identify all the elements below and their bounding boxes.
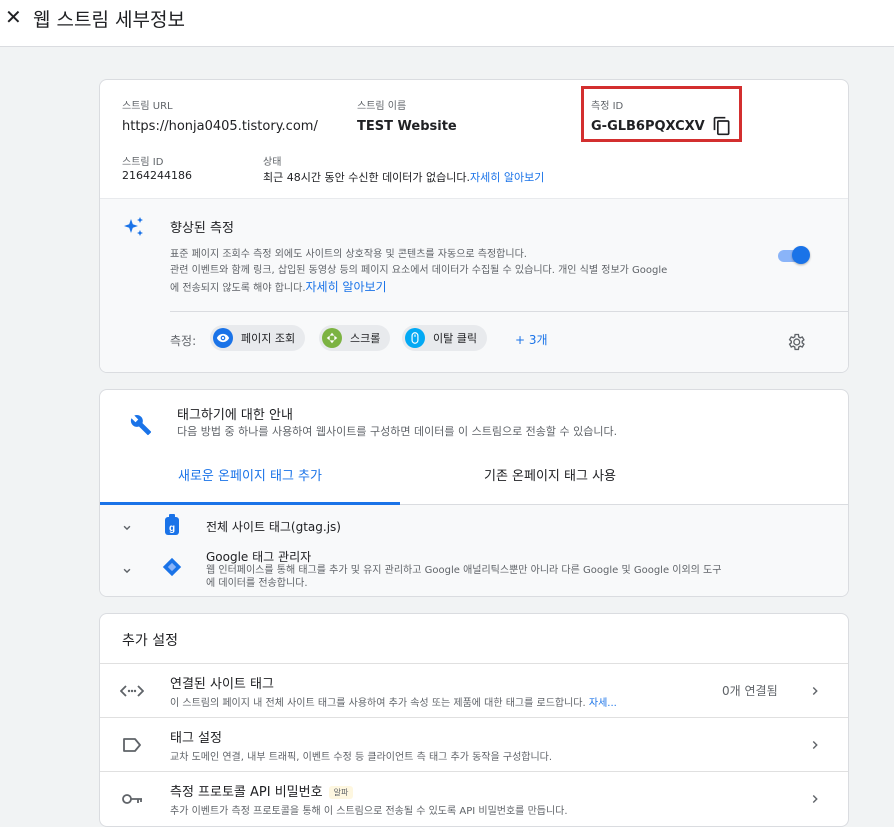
code-icon [120, 685, 144, 697]
row-title-text: 측정 프로토콜 API 비밀번호 [170, 785, 323, 800]
chevron-down-icon[interactable] [120, 521, 134, 535]
chip-label: 이탈 클릭 [433, 332, 477, 345]
sparkle-icon [124, 217, 143, 236]
enhanced-desc-line-1: 표준 페이지 조회수 측정 외에도 사이트의 상호작용 및 콘텐츠를 자동으로 … [170, 249, 527, 260]
enhanced-measurement-section: 향상된 측정 표준 페이지 조회수 측정 외에도 사이트의 상호작용 및 콘텐츠… [100, 198, 848, 372]
stream-url-label: 스트림 URL [122, 101, 173, 112]
tagging-title: 태그하기에 대한 안내 [177, 408, 293, 423]
enhanced-desc-text: 에 전송되지 않도록 해야 합니다. [170, 283, 306, 294]
stream-details-card: 스트림 URL https://honja0405.tistory.com/ 스… [99, 79, 849, 373]
tagging-instructions-card: 태그하기에 대한 안내 다음 방법 중 하나를 사용하여 웹사이트를 구성하면 … [99, 389, 849, 597]
tag-options-area: g 전체 사이트 태그(gtag.js) Google 태그 관리자 웹 인터페… [100, 505, 848, 596]
top-bar: ✕ 웹 스트림 세부정보 [0, 0, 894, 47]
copy-icon[interactable] [712, 116, 732, 136]
eye-icon [213, 328, 233, 348]
chip-page-views[interactable]: 페이지 조회 [210, 325, 306, 351]
gtag-icon: g [165, 514, 179, 535]
label-icon [123, 738, 141, 752]
stream-name-label: 스트림 이름 [357, 101, 407, 112]
chevron-right-icon [812, 795, 818, 803]
enhanced-measurement-title: 향상된 측정 [170, 221, 234, 236]
row-description: 교차 도메인 연결, 내부 트래픽, 이벤트 수정 등 클라이언트 측 태그 추… [170, 752, 553, 763]
connected-count: 0개 연결됨 [722, 684, 778, 698]
alpha-badge: 알파 [328, 786, 354, 799]
measure-label: 측정: [170, 334, 197, 348]
gear-icon[interactable] [786, 332, 806, 352]
close-icon[interactable]: ✕ [5, 6, 27, 28]
row-title: 연결된 사이트 태그 [170, 677, 274, 692]
key-icon [122, 794, 142, 804]
chip-outbound-clicks[interactable]: 이탈 클릭 [402, 325, 487, 351]
row-title: 측정 프로토콜 API 비밀번호 알파 [170, 781, 354, 800]
additional-settings-title: 추가 설정 [122, 633, 178, 649]
stream-name-value: TEST Website [357, 119, 457, 134]
svg-text:g: g [169, 523, 175, 534]
more-measures-link[interactable]: + 3개 [515, 331, 548, 348]
scroll-icon [322, 328, 342, 348]
enhanced-desc-line-3: 에 전송되지 않도록 해야 합니다.자세히 알아보기 [170, 279, 770, 297]
row-description: 추가 이벤트가 측정 프로토콜을 통해 이 스트림으로 전송될 수 있도록 AP… [170, 806, 568, 817]
tag-manager-title[interactable]: Google 태그 관리자 [206, 548, 311, 565]
additional-settings-card: 추가 설정 연결된 사이트 태그 이 스트림의 페이지 내 전체 사이트 태그를… [99, 613, 849, 827]
enhanced-desc-line-2: 관련 이벤트와 함께 링크, 삽입된 동영상 등의 페이지 요소에서 데이터가 … [170, 265, 668, 276]
enhanced-learn-more-link[interactable]: 자세히 알아보기 [306, 280, 387, 294]
mouse-icon [405, 328, 425, 348]
enhanced-measurement-description: 표준 페이지 조회수 측정 외에도 사이트의 상호작용 및 콘텐츠를 자동으로 … [170, 247, 770, 297]
chevron-down-icon[interactable] [120, 564, 134, 578]
chip-label: 스크롤 [350, 332, 381, 345]
divider [170, 311, 848, 312]
gtag-title[interactable]: 전체 사이트 태그(gtag.js) [206, 518, 341, 535]
chip-label: 페이지 조회 [241, 332, 296, 345]
tab-existing-onpage-tag[interactable]: 기존 온페이지 태그 사용 [400, 462, 700, 504]
status-label: 상태 [263, 157, 282, 168]
row-tag-settings[interactable]: 태그 설정 교차 도메인 연결, 내부 트래픽, 이벤트 수정 등 클라이언트 … [100, 717, 848, 771]
row-desc-link[interactable]: 자세... [589, 698, 617, 709]
tag-manager-desc-line-1: 웹 인터페이스를 통해 태그를 추가 및 유지 관리하고 Google 애널리틱… [206, 565, 722, 576]
tag-manager-description: 웹 인터페이스를 통해 태그를 추가 및 유지 관리하고 Google 애널리틱… [206, 564, 826, 590]
row-measurement-protocol-api-secrets[interactable]: 측정 프로토콜 API 비밀번호 알파 추가 이벤트가 측정 프로토콜을 통해 이… [100, 771, 848, 825]
measurement-id-value[interactable]: G-GLB6PQXCXV [591, 119, 705, 134]
toggle-knob [792, 246, 810, 264]
page-title: 웹 스트림 세부정보 [33, 9, 185, 31]
tagging-description: 다음 방법 중 하나를 사용하여 웹사이트를 구성하면 데이터를 이 스트림으로… [177, 425, 618, 438]
tab-new-onpage-tag[interactable]: 새로운 온페이지 태그 추가 [100, 462, 400, 504]
wrench-icon [130, 415, 152, 436]
enhanced-measurement-toggle[interactable] [776, 246, 810, 264]
chevron-right-icon [812, 741, 818, 749]
tag-manager-desc-line-2: 에 데이터를 전송합니다. [206, 578, 308, 589]
chip-scroll[interactable]: 스크롤 [319, 325, 391, 351]
row-description: 이 스트림의 페이지 내 전체 사이트 태그를 사용하여 추가 속성 또는 제품… [170, 694, 617, 709]
chevron-right-icon [812, 687, 818, 695]
tag-manager-icon [162, 557, 182, 577]
stream-id-label: 스트림 ID [122, 157, 164, 168]
status-learn-more-link[interactable]: 자세히 알아보기 [470, 171, 544, 184]
status-text: 최근 48시간 동안 수신한 데이터가 없습니다.자세히 알아보기 [263, 169, 544, 185]
stream-url-value: https://honja0405.tistory.com/ [122, 119, 318, 134]
row-connected-site-tags[interactable]: 연결된 사이트 태그 이 스트림의 페이지 내 전체 사이트 태그를 사용하여 … [100, 663, 848, 717]
row-title: 태그 설정 [170, 731, 222, 746]
measurement-id-label: 측정 ID [591, 101, 624, 112]
row-desc-text: 이 스트림의 페이지 내 전체 사이트 태그를 사용하여 추가 속성 또는 제품… [170, 698, 586, 709]
status-message: 최근 48시간 동안 수신한 데이터가 없습니다. [263, 171, 471, 184]
stream-id-value: 2164244186 [122, 169, 192, 182]
